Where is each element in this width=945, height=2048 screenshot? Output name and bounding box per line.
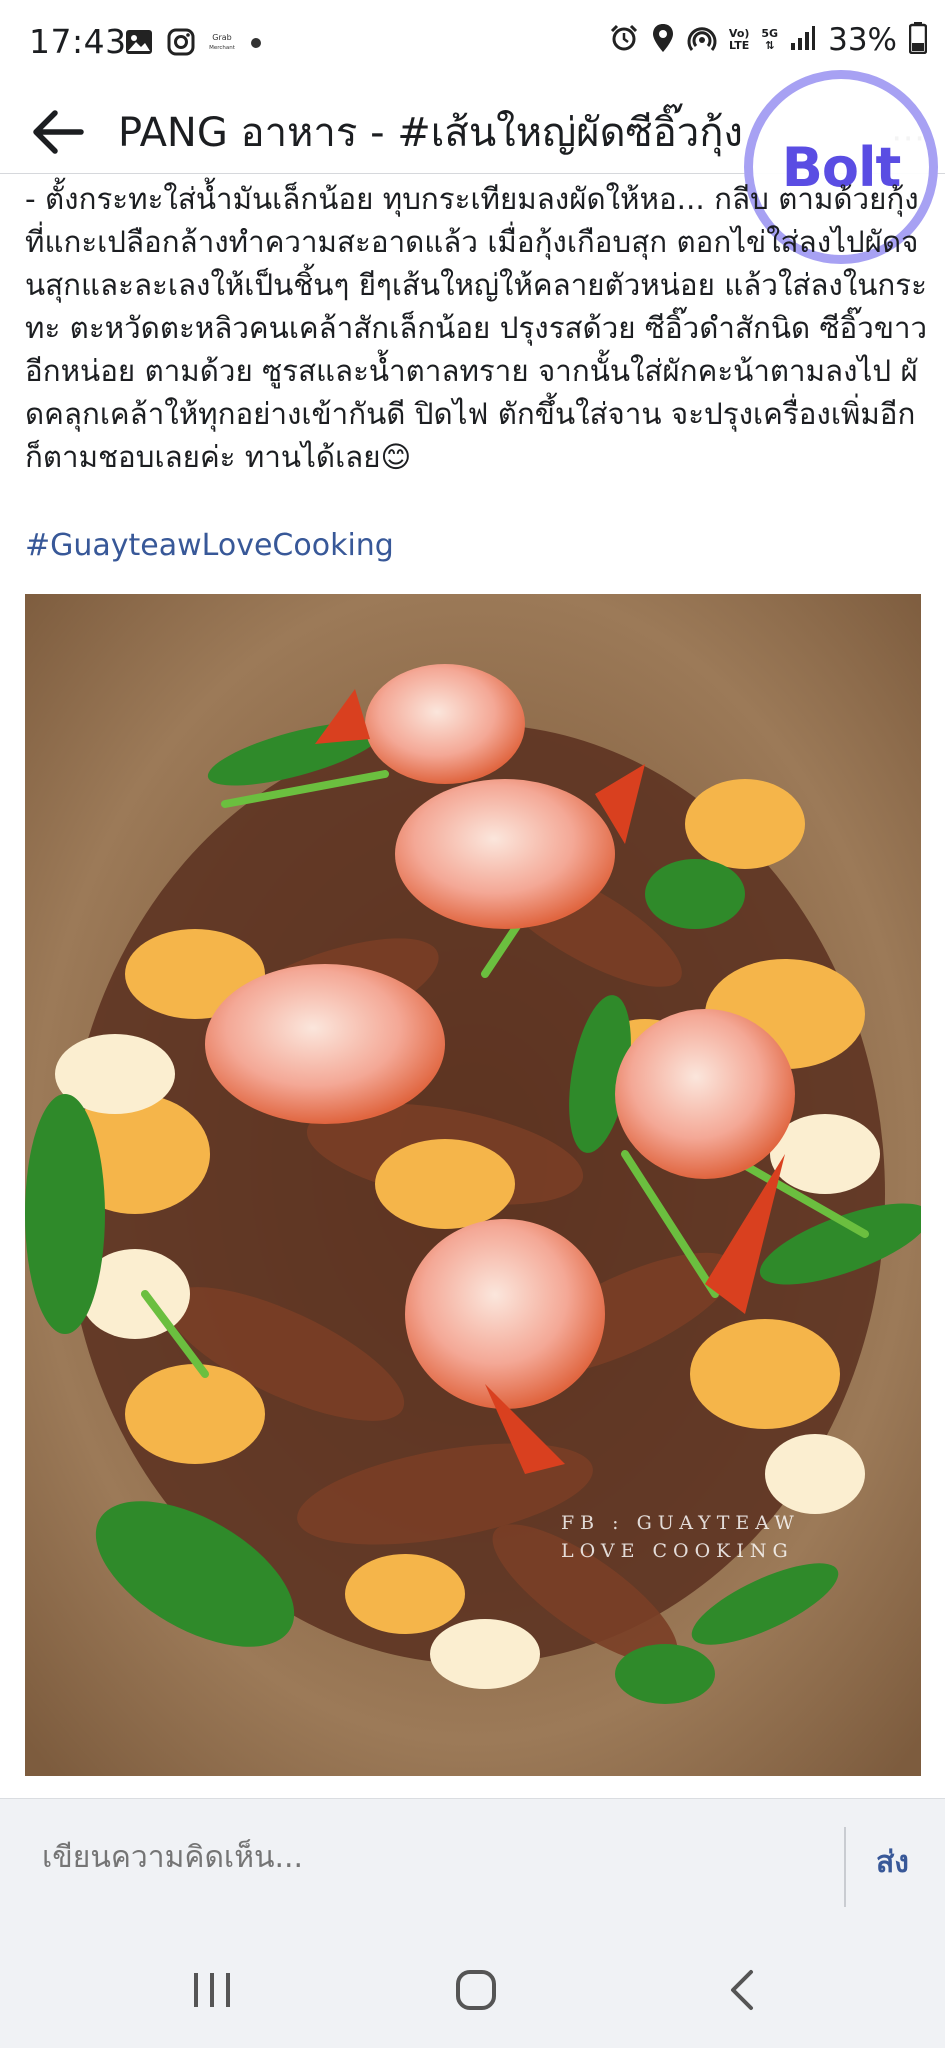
back-arrow-icon [33,110,84,154]
hotspot-icon [687,23,717,57]
battery-percent: 33% [828,22,897,58]
comment-bar: ส่ง [0,1798,945,1928]
volte-label-bottom: LTE [729,39,750,52]
5g-icon: 5G ⇅ [761,28,778,52]
volte-icon: Vo) LTE [729,28,750,52]
back-nav-icon[interactable] [712,1968,772,2012]
alarm-icon [609,23,639,57]
status-left-icons: Grab Merchant [125,28,263,60]
status-right-icons: Vo) LTE 5G ⇅ 33% [609,22,928,58]
location-icon [651,23,675,57]
back-button[interactable] [28,102,88,162]
system-nav-bar [0,1928,945,2048]
post-photo[interactable]: FB : GUAYTEAW LOVE COOKING [25,594,921,1776]
svg-text:Merchant: Merchant [209,45,235,51]
hashtag-link[interactable]: #GuayteawLoveCooking [25,528,394,563]
svg-text:Grab: Grab [212,33,231,42]
grab-merchant-icon: Grab Merchant [209,31,236,57]
comment-input[interactable] [40,1839,820,1876]
gallery-icon [125,29,153,59]
status-time: 17:43 [29,22,127,61]
data-arrows: ⇅ [765,39,775,52]
signal-icon [790,25,816,55]
post-text: - ตั้งกระทะใส่น้ำมันเล็กน้อย ทุบกระเทียม… [25,182,928,474]
notification-dot-icon [249,35,263,54]
comment-divider [844,1827,846,1907]
photo-watermark: FB : GUAYTEAW LOVE COOKING [561,1512,800,1562]
stir-fried-noodles-illustration [25,594,921,1776]
instagram-icon [167,28,195,60]
home-icon[interactable] [446,1968,506,2012]
battery-icon [908,22,928,58]
send-button[interactable]: ส่ง [876,1839,909,1886]
page-title: PANG อาหาร - #เส้นใหญ่ผัดซีอิ๊วกุ้ง [118,110,743,156]
recent-apps-icon[interactable] [182,1968,242,2012]
